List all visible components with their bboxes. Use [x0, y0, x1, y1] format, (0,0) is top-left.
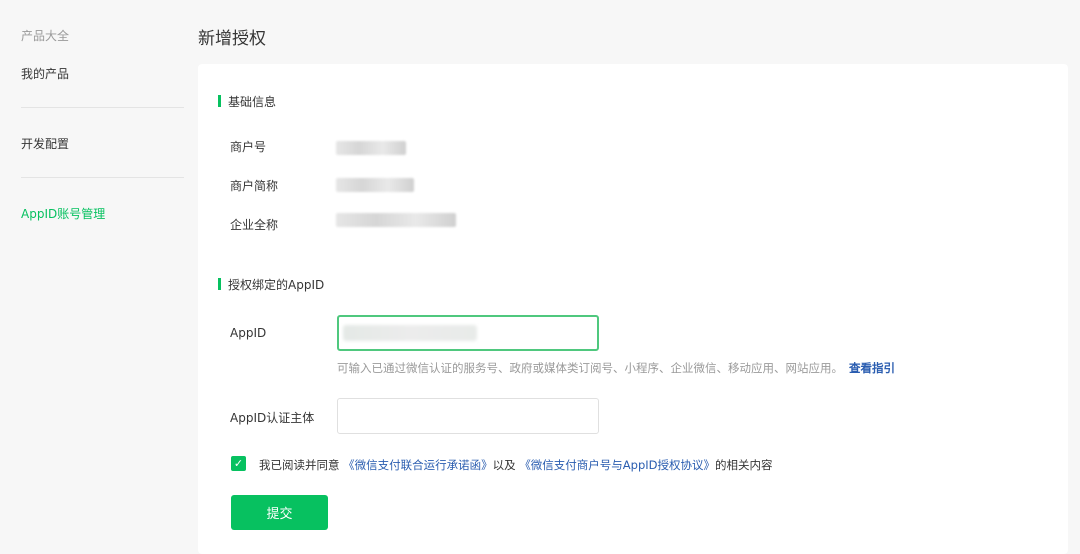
page-title: 新增授权: [198, 29, 266, 49]
agreement-prefix: 我已阅读并同意: [259, 458, 340, 472]
joint-operation-letter-link[interactable]: 《微信支付联合运行承诺函》: [343, 458, 493, 472]
submit-button[interactable]: 提交: [231, 495, 328, 530]
appid-input[interactable]: [337, 315, 599, 351]
authorization-agreement-link[interactable]: 《微信支付商户号与AppID授权协议》: [519, 458, 715, 472]
appid-subject-label: AppID认证主体: [230, 411, 315, 425]
view-guide-link[interactable]: 查看指引: [849, 361, 895, 375]
company-name-redacted: [336, 213, 456, 227]
merchant-id-label: 商户号: [230, 140, 267, 154]
agreement-checkbox[interactable]: ✓: [231, 456, 246, 471]
form-card: 基础信息 商户号 商户简称 企业全称 授权绑定的AppID AppID 可输入已…: [198, 64, 1068, 554]
checkmark-icon: ✓: [233, 457, 244, 470]
sidebar-item-appid-management[interactable]: AppID账号管理: [21, 205, 105, 222]
merchant-short-name-label: 商户简称: [230, 179, 279, 193]
section-bind-appid: 授权绑定的AppID: [218, 276, 324, 293]
sidebar-item-all-products[interactable]: 产品大全: [21, 27, 69, 44]
section-basic-info: 基础信息: [218, 93, 276, 110]
company-name-label: 企业全称: [230, 218, 279, 232]
appid-subject-input[interactable]: [337, 398, 599, 434]
agreement-middle: 以及: [492, 458, 516, 472]
appid-hint: 可输入已通过微信认证的服务号、政府或媒体类订阅号、小程序、企业微信、移动应用、网…: [337, 360, 895, 376]
sidebar-item-my-products[interactable]: 我的产品: [21, 65, 69, 82]
merchant-short-name-redacted: [336, 178, 414, 192]
appid-label: AppID: [230, 326, 267, 340]
sidebar: 产品大全 我的产品 开发配置 AppID账号管理: [0, 0, 200, 544]
sidebar-item-dev-config[interactable]: 开发配置: [21, 135, 69, 152]
merchant-id-value-redacted: [336, 141, 406, 155]
divider: [21, 177, 184, 178]
divider: [21, 107, 184, 108]
appid-hint-text: 可输入已通过微信认证的服务号、政府或媒体类订阅号、小程序、企业微信、移动应用、网…: [337, 361, 843, 375]
agreement-suffix: 的相关内容: [715, 458, 773, 472]
appid-value-redacted: [343, 325, 477, 341]
agreement-text: 我已阅读并同意 《微信支付联合运行承诺函》以及 《微信支付商户号与AppID授权…: [259, 457, 773, 473]
